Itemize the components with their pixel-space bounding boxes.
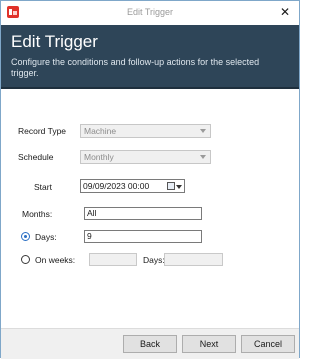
weeks-days-label: Days: <box>143 255 165 265</box>
back-button[interactable]: Back <box>123 335 177 353</box>
dialog-footer: Back Next Cancel <box>1 328 299 359</box>
record-type-value: Machine <box>84 126 117 136</box>
on-weeks-radio[interactable] <box>21 255 30 264</box>
record-type-select[interactable]: Machine <box>80 124 211 138</box>
start-label: Start <box>34 182 52 192</box>
days-field[interactable]: 9 <box>84 230 202 243</box>
header-description: Configure the conditions and follow-up a… <box>11 57 260 78</box>
days-radio[interactable] <box>21 232 30 241</box>
cancel-button[interactable]: Cancel <box>241 335 295 353</box>
weeks-days-field[interactable] <box>164 253 223 266</box>
months-label: Months: <box>22 209 53 219</box>
window-title: Edit Trigger <box>126 7 174 17</box>
chevron-down-icon[interactable] <box>176 185 182 189</box>
months-field[interactable]: All <box>84 207 202 220</box>
start-datetime-picker[interactable]: 09/09/2023 00:00 <box>80 179 185 193</box>
days-value: 9 <box>87 231 92 241</box>
next-button[interactable]: Next <box>182 335 236 353</box>
record-type-label: Record Type <box>18 126 67 136</box>
title-bar[interactable]: Edit Trigger ✕ <box>1 1 299 25</box>
schedule-label: Schedule <box>18 152 54 162</box>
calendar-icon[interactable] <box>167 182 175 190</box>
on-weeks-radio-label[interactable]: On weeks: <box>35 255 75 265</box>
start-datetime-value: 09/09/2023 00:00 <box>83 181 150 191</box>
months-value: All <box>87 208 97 218</box>
schedule-select[interactable]: Monthly <box>80 150 211 164</box>
header-title: Edit Trigger <box>11 32 98 51</box>
dialog-header: Edit Trigger Configure the conditions an… <box>1 25 299 89</box>
close-icon[interactable]: ✕ <box>278 4 292 20</box>
days-radio-label[interactable]: Days: <box>35 232 57 242</box>
trigger-form: Record Type Machine Schedule Monthly Sta… <box>1 89 299 329</box>
dialog-window: Edit Trigger ✕ Edit Trigger Configure th… <box>0 0 300 359</box>
schedule-value: Monthly <box>84 152 114 162</box>
chevron-down-icon <box>200 129 206 133</box>
weeks-field[interactable] <box>89 253 137 266</box>
chevron-down-icon <box>200 155 206 159</box>
